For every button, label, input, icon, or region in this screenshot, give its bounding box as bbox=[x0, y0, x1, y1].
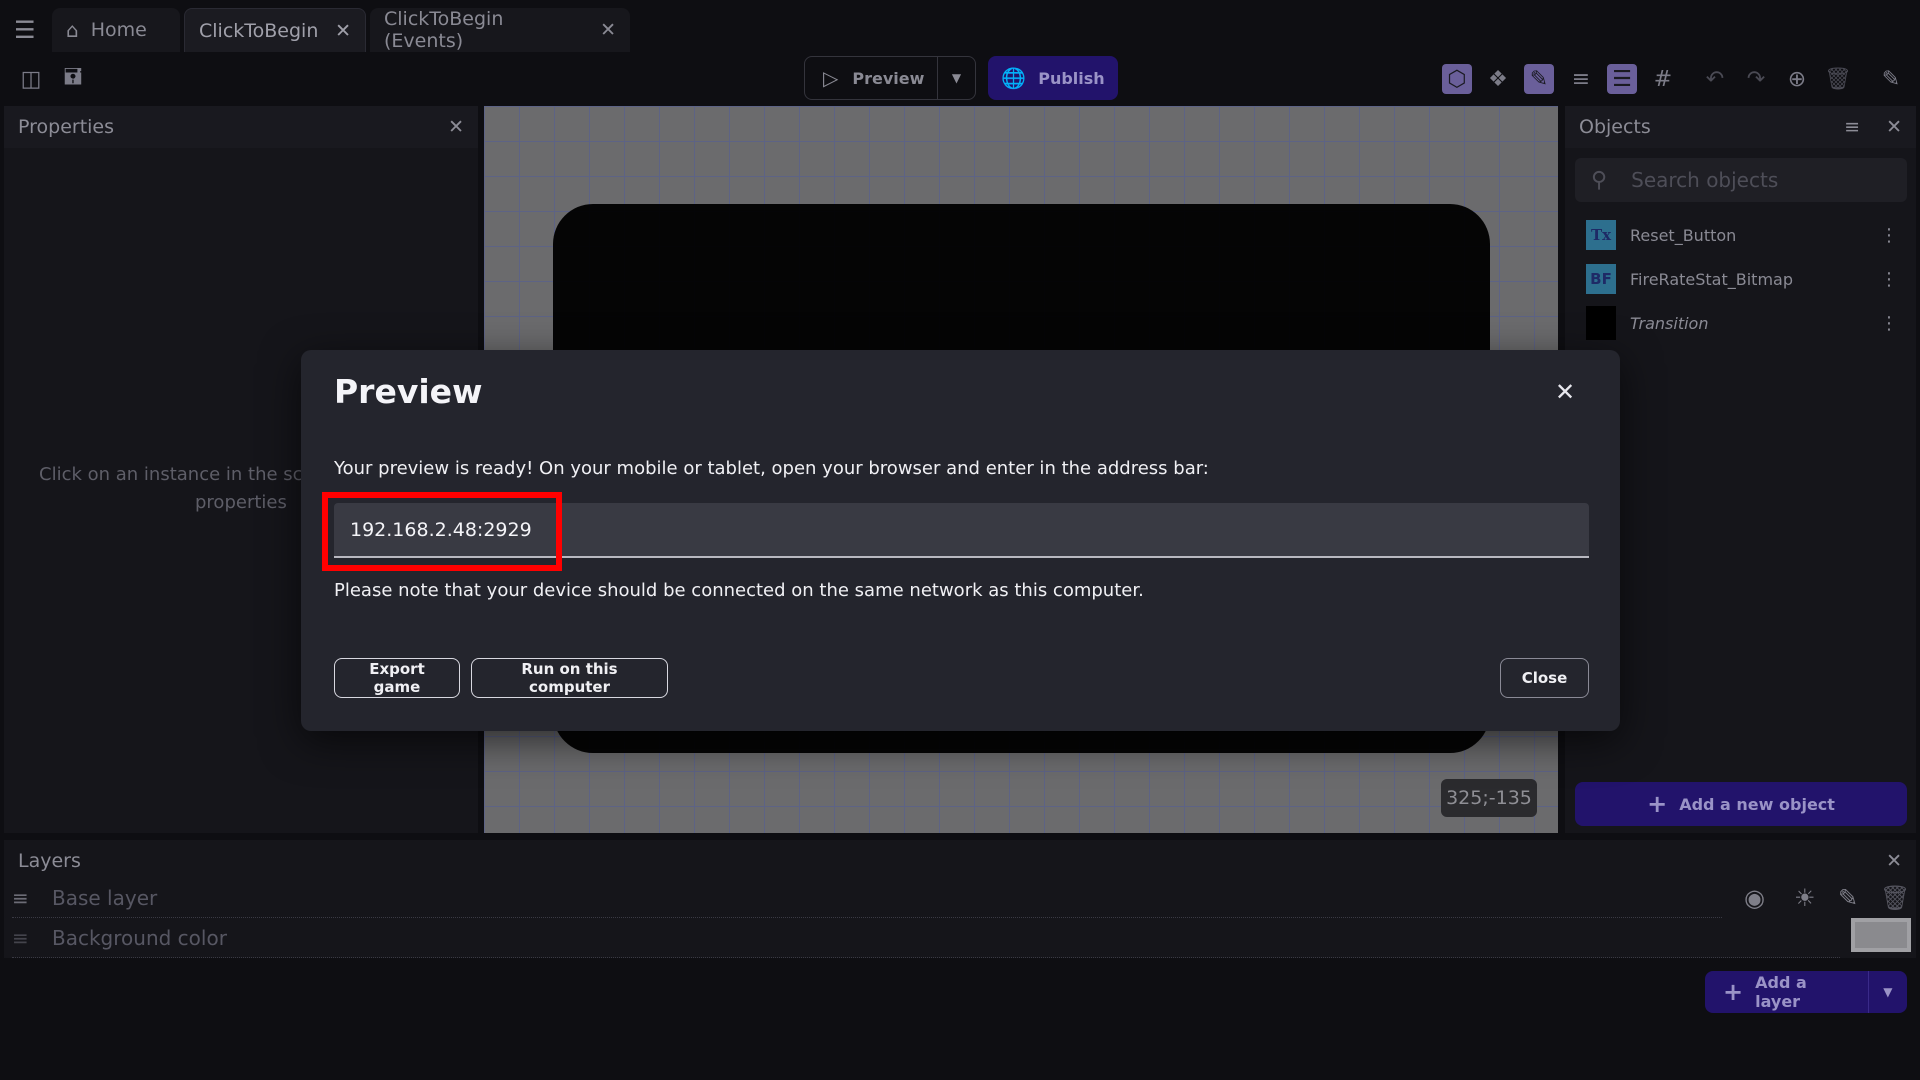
delete-layer-icon[interactable]: 🗑 bbox=[1880, 884, 1910, 912]
export-game-button[interactable]: Export game bbox=[334, 658, 460, 698]
edit-layer-icon[interactable]: ✎ bbox=[1838, 884, 1858, 912]
plus-icon: + bbox=[1647, 790, 1668, 818]
redo-icon[interactable]: ↷ bbox=[1741, 64, 1771, 94]
publish-button[interactable]: 🌐 Publish bbox=[988, 56, 1118, 100]
search-objects-input[interactable]: ⚲ Search objects bbox=[1575, 158, 1907, 202]
dialog-title: Preview bbox=[334, 372, 483, 411]
cube-icon[interactable]: ⬡ bbox=[1442, 64, 1472, 94]
chevron-down-icon[interactable]: ▼ bbox=[937, 57, 975, 99]
close-icon[interactable]: ✕ bbox=[1555, 378, 1575, 406]
lighting-icon[interactable]: ☀ bbox=[1794, 884, 1816, 912]
play-icon: ▷ bbox=[823, 66, 839, 90]
home-icon: ⌂ bbox=[66, 18, 79, 42]
coordinates-badge: 325;-135 bbox=[1441, 779, 1537, 817]
edit-scene-icon[interactable]: ✎ bbox=[1876, 64, 1906, 94]
close-icon[interactable]: ✕ bbox=[1886, 850, 1902, 872]
grid-icon[interactable]: # bbox=[1648, 64, 1678, 94]
objects-group-icon[interactable]: ❖ bbox=[1483, 64, 1513, 94]
trash-icon[interactable]: 🗑 bbox=[1823, 64, 1853, 94]
preview-dialog: Preview ✕ Your preview is ready! On your… bbox=[301, 350, 1620, 731]
tab-clicktobegin-events[interactable]: ClickToBegin (Events) ✕ bbox=[370, 8, 630, 52]
background-color-swatch[interactable] bbox=[1851, 918, 1911, 952]
preview-button[interactable]: ▷ Preview ▼ bbox=[804, 56, 976, 100]
run-on-computer-button[interactable]: Run on this computer bbox=[471, 658, 668, 698]
add-layer-button[interactable]: + Add a layer ▼ bbox=[1705, 971, 1907, 1013]
more-icon[interactable]: ⋮ bbox=[1880, 269, 1898, 290]
close-button[interactable]: Close bbox=[1500, 658, 1589, 698]
search-icon: ⚲ bbox=[1591, 167, 1608, 193]
filter-icon[interactable]: ≡ bbox=[1844, 116, 1860, 138]
zoom-icon[interactable]: ⊕ bbox=[1782, 64, 1812, 94]
undo-icon[interactable]: ↶ bbox=[1700, 64, 1730, 94]
layer-row-background[interactable]: ≡ Background color bbox=[12, 918, 1840, 958]
close-icon[interactable]: ✕ bbox=[335, 20, 351, 42]
close-icon[interactable]: ✕ bbox=[600, 19, 616, 41]
panels-icon[interactable]: ◫ bbox=[16, 64, 46, 94]
list-item[interactable]: BF FireRateStat_Bitmap ⋮ bbox=[1586, 260, 1906, 298]
list-icon[interactable]: ≡ bbox=[1566, 64, 1596, 94]
chevron-down-icon[interactable]: ▼ bbox=[1867, 971, 1907, 1013]
drag-handle-icon[interactable]: ≡ bbox=[12, 886, 52, 910]
list-item[interactable]: Tx Reset_Button ⋮ bbox=[1586, 216, 1906, 254]
tab-clicktobegin[interactable]: ClickToBegin ✕ bbox=[184, 8, 366, 52]
tab-home[interactable]: ⌂ Home bbox=[52, 8, 180, 52]
close-icon[interactable]: ✕ bbox=[1886, 116, 1902, 138]
layers-icon[interactable]: ☰ bbox=[1607, 64, 1637, 94]
visibility-icon[interactable]: ◉ bbox=[1744, 884, 1765, 912]
menu-icon[interactable]: ☰ bbox=[14, 16, 36, 44]
text-object-icon: Tx bbox=[1586, 220, 1616, 250]
plus-icon: + bbox=[1723, 978, 1744, 1006]
close-icon[interactable]: ✕ bbox=[448, 116, 464, 138]
globe-icon: 🌐 bbox=[1001, 66, 1027, 90]
layer-row-base[interactable]: ≡ Base layer bbox=[12, 878, 1722, 918]
highlight-box bbox=[322, 492, 562, 571]
add-object-button[interactable]: + Add a new object bbox=[1575, 782, 1907, 826]
drag-handle-icon: ≡ bbox=[12, 925, 29, 950]
list-item[interactable]: Transition ⋮ bbox=[1586, 304, 1906, 342]
transition-object-icon bbox=[1586, 306, 1616, 340]
more-icon[interactable]: ⋮ bbox=[1880, 313, 1898, 334]
more-icon[interactable]: ⋮ bbox=[1880, 225, 1898, 246]
save-icon[interactable]: 🖬 bbox=[58, 64, 88, 94]
bitmap-text-icon: BF bbox=[1586, 264, 1616, 294]
edit-icon[interactable]: ✎ bbox=[1524, 64, 1554, 94]
